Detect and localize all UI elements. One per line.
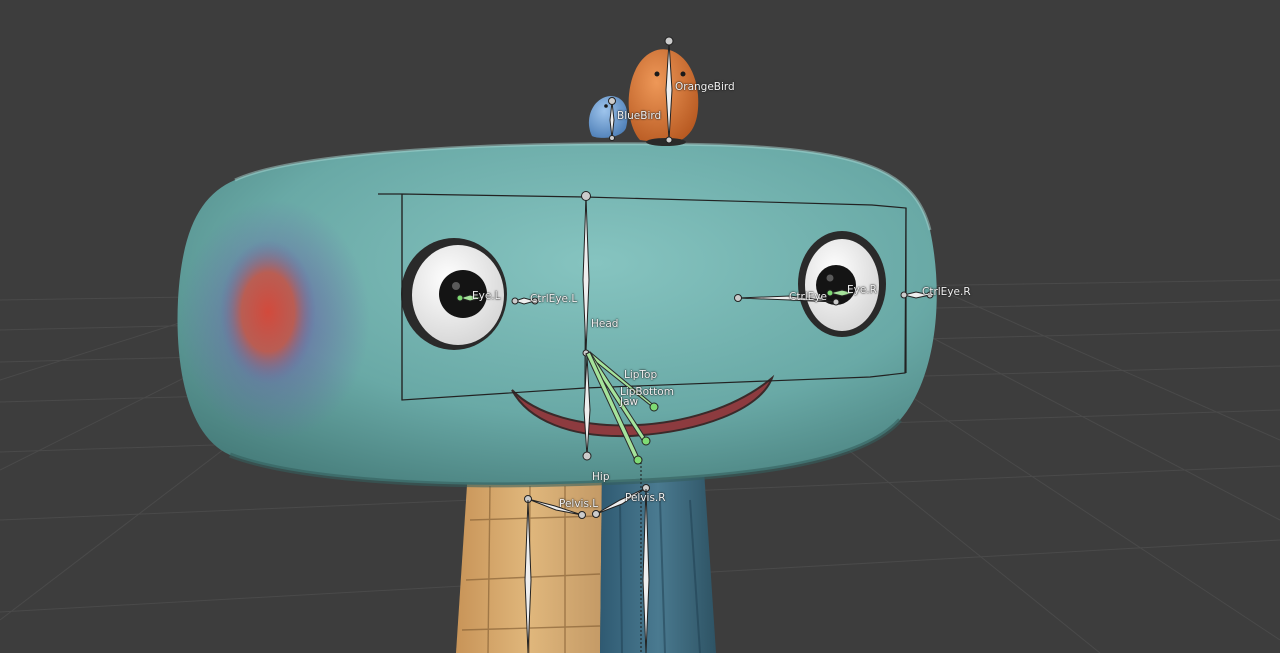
label-eye-l[interactable]: Eye.L bbox=[472, 290, 501, 302]
scene-canvas[interactable] bbox=[0, 0, 1280, 653]
label-eye-r[interactable]: Eye.R bbox=[847, 284, 877, 296]
label-hip[interactable]: Hip bbox=[592, 471, 609, 483]
label-pelvis-l[interactable]: Pelvis.L bbox=[559, 498, 598, 510]
label-head[interactable]: Head bbox=[591, 318, 618, 330]
label-jaw[interactable]: Jaw bbox=[620, 396, 638, 408]
3d-viewport[interactable]: OrangeBird BlueBird Eye.L CtrlEye.L Ctrl… bbox=[0, 0, 1280, 653]
label-ctrl-eye[interactable]: CtrlEye bbox=[789, 291, 827, 303]
label-ctrl-eye-r[interactable]: CtrlEye.R bbox=[922, 286, 971, 298]
label-pelvis-r[interactable]: Pelvis.R bbox=[625, 492, 666, 504]
label-blue-bird[interactable]: BlueBird bbox=[617, 110, 661, 122]
label-orange-bird[interactable]: OrangeBird bbox=[675, 81, 735, 93]
label-lip-top[interactable]: LipTop bbox=[624, 369, 657, 381]
label-ctrl-eye-l[interactable]: CtrlEye.L bbox=[530, 293, 577, 305]
orange-bird-mesh[interactable] bbox=[628, 49, 699, 146]
